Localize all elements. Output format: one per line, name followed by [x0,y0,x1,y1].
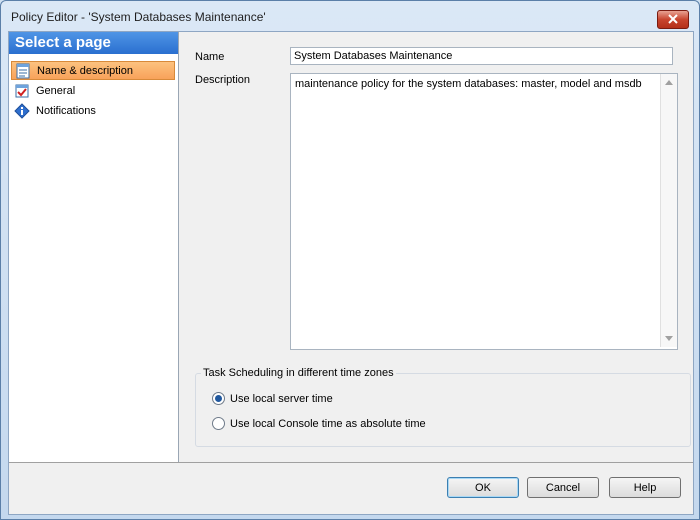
close-icon [668,14,678,24]
name-label: Name [195,51,225,63]
sidebar-item-name-description[interactable]: Name & description [11,61,175,80]
sidebar-item-label: Name & description [37,64,133,77]
sidebar-item-general[interactable]: General [11,81,175,100]
scheduling-group: Task Scheduling in different time zones … [195,367,691,447]
sidebar-header: Select a page [9,32,178,54]
close-button[interactable] [657,10,689,29]
document-icon [15,63,31,79]
radio-console-time[interactable]: Use local Console time as absolute time [212,417,426,430]
sidebar-item-label: General [36,84,76,97]
dialog-client-area: Select a page Name & description General… [8,31,694,515]
scroll-down-icon[interactable] [665,336,673,341]
scroll-up-icon[interactable] [665,80,673,85]
scheduling-group-title: Task Scheduling in different time zones [201,367,396,379]
description-label: Description [195,74,251,86]
radio-label: Use local Console time as absolute time [230,417,426,430]
title-bar[interactable]: Policy Editor - 'System Databases Mainte… [1,1,699,31]
policy-editor-window: Policy Editor - 'System Databases Mainte… [0,0,700,520]
description-scrollbar[interactable] [660,74,677,347]
cancel-button[interactable]: Cancel [527,477,599,498]
footer-separator [9,462,693,463]
page-content: Name Description maintenance policy for … [179,32,693,462]
description-text: maintenance policy for the system databa… [295,78,642,90]
sidebar-item-notifications[interactable]: Notifications [11,101,175,120]
window-title: Policy Editor - 'System Databases Mainte… [11,10,266,24]
description-textarea[interactable]: maintenance policy for the system databa… [290,73,678,350]
radio-button-unchecked[interactable] [212,417,225,430]
sidebar-item-label: Notifications [36,104,96,117]
help-button[interactable]: Help [609,477,681,498]
radio-local-server-time[interactable]: Use local server time [212,392,333,405]
radio-label: Use local server time [230,392,333,405]
ok-button[interactable]: OK [447,477,519,498]
radio-button-checked[interactable] [212,392,225,405]
name-input[interactable] [290,47,673,65]
info-icon [14,102,30,119]
checklist-icon [14,83,30,99]
page-selector-sidebar: Select a page Name & description General… [9,32,179,462]
